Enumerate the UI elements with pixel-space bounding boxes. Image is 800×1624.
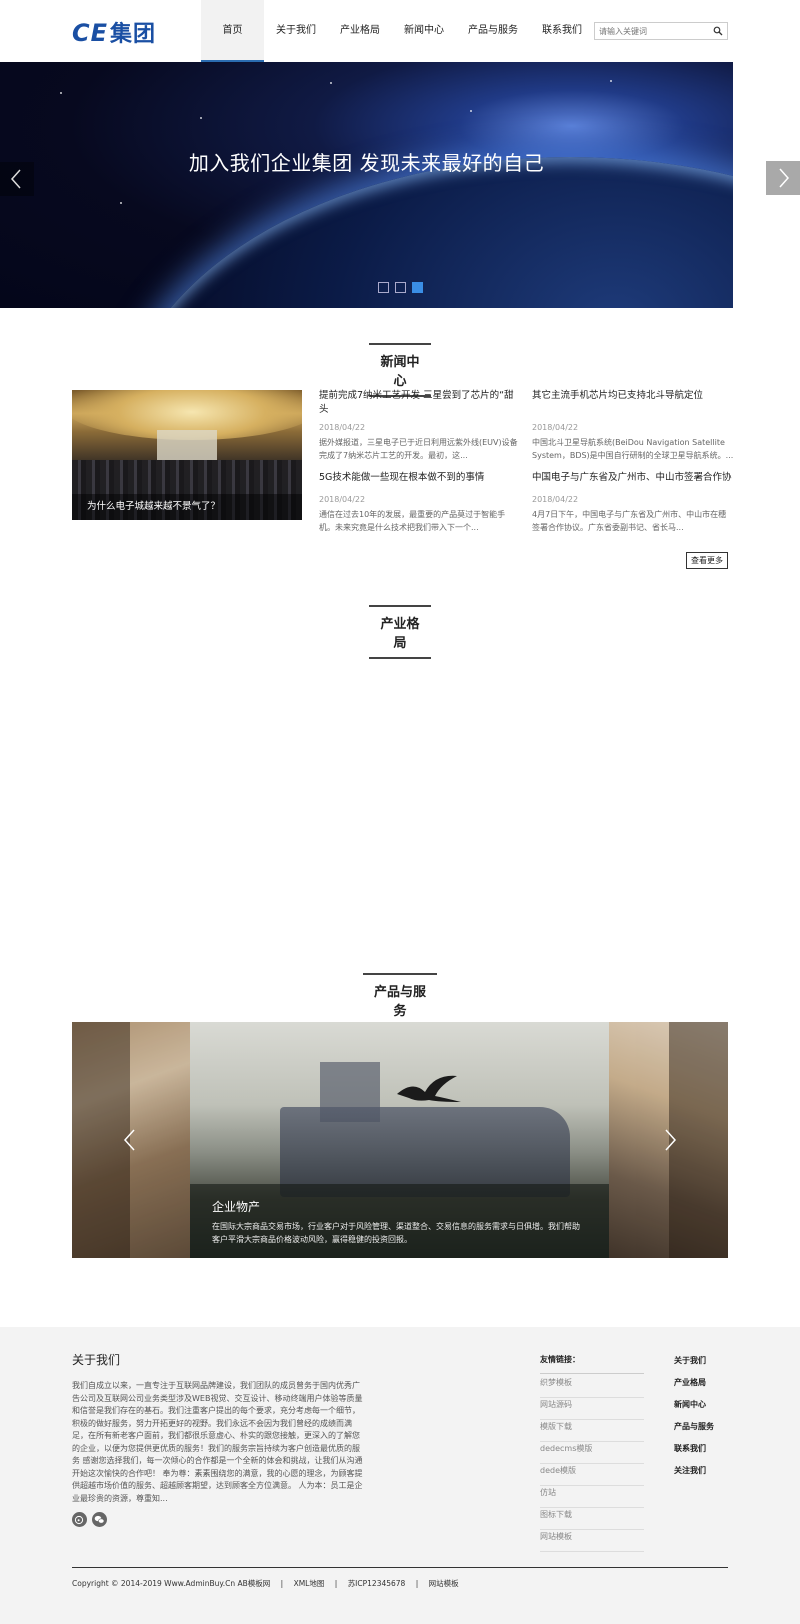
nav-item-industry[interactable]: 产业格局 <box>328 0 392 62</box>
footer-nav-industry[interactable]: 产业格局 <box>674 1377 706 1388</box>
stage-decor <box>157 430 217 460</box>
banner-next-button[interactable] <box>766 161 800 195</box>
friend-link[interactable]: 仿站 <box>540 1486 644 1508</box>
search-box <box>594 22 728 40</box>
logo-suffix: 集团 <box>110 22 157 47</box>
banner-dot-2[interactable] <box>395 282 406 293</box>
friend-links-title: 友情链接： <box>540 1354 644 1374</box>
separator: | <box>280 1579 284 1588</box>
hero-banner: 加入我们企业集团 发现未来最好的自己 <box>0 62 733 308</box>
logo[interactable]: CE集团 <box>72 16 156 48</box>
site-header: CE集团 首页 关于我们 产业格局 新闻中心 产品与服务 联系我们 <box>0 0 800 62</box>
separator: | <box>415 1579 419 1588</box>
nav-item-products[interactable]: 产品与服务 <box>456 0 530 62</box>
weibo-icon[interactable] <box>72 1512 87 1527</box>
news-title[interactable]: 提前完成7纳米工艺开发 三星尝到了芯片的“甜头 <box>319 389 521 417</box>
star-decor <box>330 82 332 84</box>
copyright-link[interactable]: 网站模板 <box>429 1579 459 1588</box>
footer-divider <box>72 1567 728 1568</box>
footer-nav-about[interactable]: 关于我们 <box>674 1355 706 1366</box>
product-slide-title: 企业物产 <box>212 1200 261 1214</box>
nav-item-news[interactable]: 新闻中心 <box>392 0 456 62</box>
news-summary: 据外媒报道，三星电子已于近日利用远紫外线(EUV)设备完成了7纳米芯片工艺的开发… <box>319 438 518 460</box>
news-date: 2018/04/22 <box>532 423 579 432</box>
search-icon[interactable] <box>713 26 723 36</box>
copyright-link[interactable]: XML地图 <box>294 1579 325 1588</box>
chevron-right-icon[interactable] <box>660 1127 680 1153</box>
news-title[interactable]: 中国电子与广东省及广州市、中山市签署合作协 <box>532 471 734 485</box>
star-decor <box>610 80 612 82</box>
news-item[interactable]: 其它主流手机芯片均已支持北斗导航定位 2018/04/22 中国北斗卫星导航系统… <box>532 389 734 462</box>
copyright-link[interactable]: 苏ICP12345678 <box>348 1579 406 1588</box>
news-date: 2018/04/22 <box>532 495 579 504</box>
section-title-products: 产品与服务 <box>363 973 437 1027</box>
nav-item-home[interactable]: 首页 <box>201 0 264 62</box>
footer-about-title: 关于我们 <box>72 1353 121 1367</box>
news-item[interactable]: 中国电子与广东省及广州市、中山市签署合作协 2018/04/22 4月7日下午，… <box>532 471 734 534</box>
friend-link[interactable]: 网站模板 <box>540 1530 644 1552</box>
banner-title: 加入我们企业集团 发现未来最好的自己 <box>188 151 545 175</box>
copyright-bar: Copyright © 2014-2019 Www.AdminBuy.Cn AB… <box>72 1578 467 1589</box>
planet-image <box>120 157 733 308</box>
bird-icon <box>397 1075 461 1102</box>
separator: | <box>334 1579 338 1588</box>
product-slide-desc: 在国际大宗商品交易市场，行业客户对于风险管理、渠道整合、交易信息的服务需求与日俱… <box>212 1222 580 1244</box>
view-more-button[interactable]: 查看更多 <box>686 552 728 569</box>
search-input[interactable] <box>595 23 707 39</box>
star-decor <box>120 202 122 204</box>
news-date: 2018/04/22 <box>319 423 366 432</box>
chevron-left-icon <box>10 169 21 189</box>
wechat-icon[interactable] <box>92 1512 107 1527</box>
friend-link[interactable]: dedecms模版 <box>540 1442 644 1464</box>
copyright-text: Copyright © 2014-2019 Www.AdminBuy.Cn AB… <box>72 1579 271 1588</box>
star-decor <box>470 110 472 112</box>
friend-link[interactable]: 图标下载 <box>540 1508 644 1530</box>
friend-link[interactable]: 模版下载 <box>540 1420 644 1442</box>
star-decor <box>60 92 62 94</box>
news-title[interactable]: 5G技术能做一些现在根本做不到的事情 <box>319 471 521 485</box>
main-nav: 首页 关于我们 产业格局 新闻中心 产品与服务 联系我们 <box>201 0 594 62</box>
news-item[interactable]: 提前完成7纳米工艺开发 三星尝到了芯片的“甜头 2018/04/22 据外媒报道… <box>319 389 521 462</box>
news-summary: 4月7日下午，中国电子与广东省及广州市、中山市在穗签署合作协议。广东省委副书记、… <box>532 510 727 532</box>
logo-text: CE <box>72 19 109 47</box>
footer-nav-follow[interactable]: 关注我们 <box>674 1465 706 1476</box>
friend-link[interactable]: 织梦模板 <box>540 1376 644 1398</box>
section-title-industry: 产业格局 <box>369 605 431 659</box>
banner-prev-button[interactable] <box>0 162 34 196</box>
nav-item-about[interactable]: 关于我们 <box>264 0 328 62</box>
banner-pagination <box>378 282 423 293</box>
news-item[interactable]: 5G技术能做一些现在根本做不到的事情 2018/04/22 通信在过去10年的发… <box>319 471 521 534</box>
news-summary: 通信在过去10年的发展，最重要的产品莫过于智能手机。未来究竟是什么技术把我们带入… <box>319 510 506 532</box>
footer-nav-products[interactable]: 产品与服务 <box>674 1421 714 1432</box>
news-title[interactable]: 其它主流手机芯片均已支持北斗导航定位 <box>532 389 734 403</box>
news-date: 2018/04/22 <box>319 495 366 504</box>
news-featured-image[interactable]: 为什么电子城越来越不景气了？ <box>72 390 302 520</box>
chevron-right-icon <box>779 168 790 188</box>
footer-nav-news[interactable]: 新闻中心 <box>674 1399 706 1410</box>
banner-dot-1[interactable] <box>378 282 389 293</box>
footer-about-text: 我们自成立以来，一直专注于互联网品牌建设，我们团队的成员曾务于国内优秀广告公司及… <box>72 1381 363 1503</box>
news-summary: 中国北斗卫星导航系统(BeiDou Navigation Satellite S… <box>532 438 734 460</box>
star-decor <box>200 117 202 119</box>
news-featured-caption[interactable]: 为什么电子城越来越不景气了？ <box>72 494 302 520</box>
chevron-left-icon[interactable] <box>120 1127 140 1153</box>
nav-item-contact[interactable]: 联系我们 <box>530 0 594 62</box>
friend-link[interactable]: dede模版 <box>540 1464 644 1486</box>
products-carousel: 企业物产 在国际大宗商品交易市场，行业客户对于风险管理、渠道整合、交易信息的服务… <box>72 1022 728 1258</box>
footer-nav-contact[interactable]: 联系我们 <box>674 1443 706 1454</box>
friend-link[interactable]: 网站源码 <box>540 1398 644 1420</box>
banner-dot-3[interactable] <box>412 282 423 293</box>
